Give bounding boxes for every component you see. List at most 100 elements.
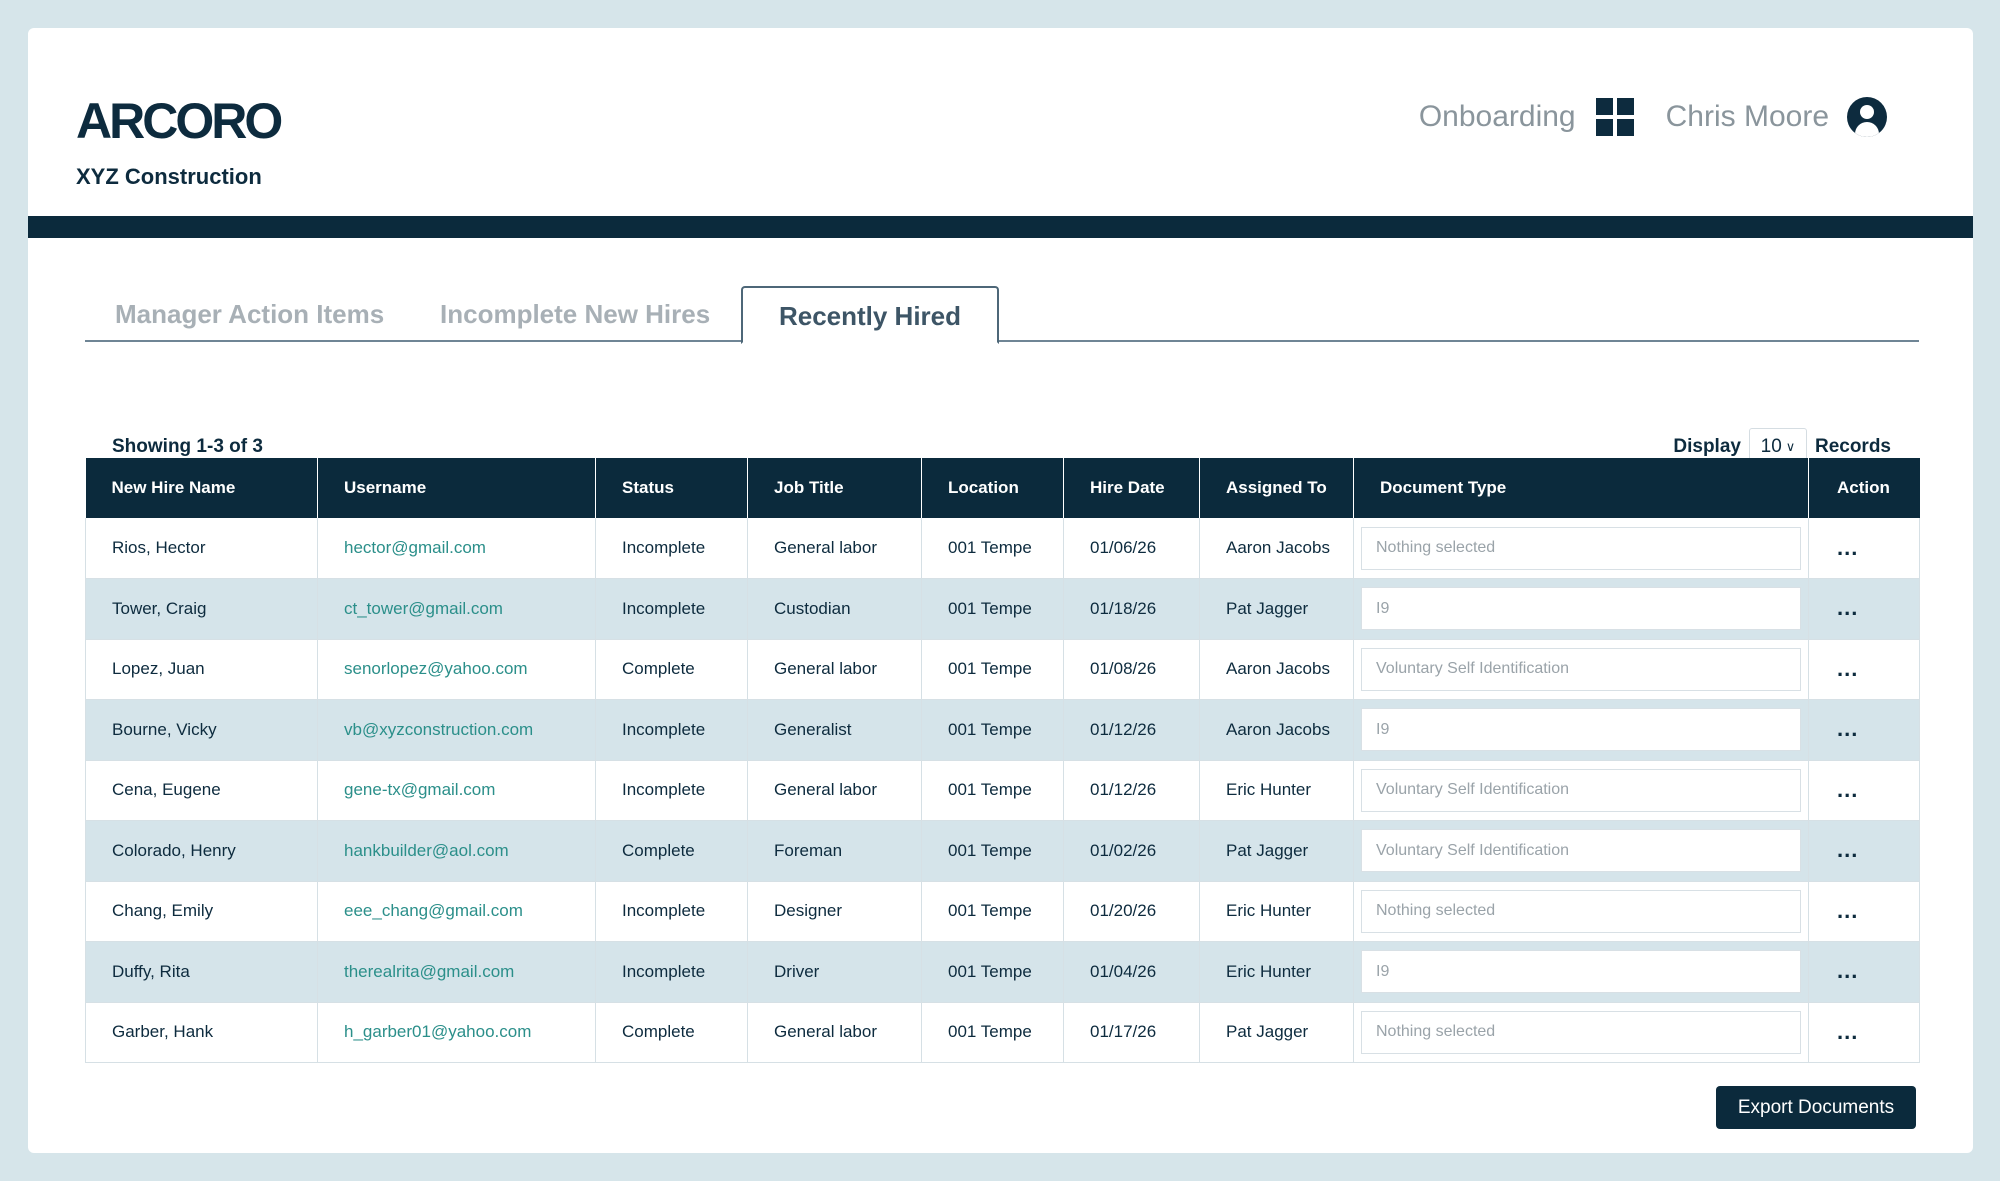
cell-document-type-select: Voluntary Self Identification — [1353, 639, 1809, 700]
cell-status-text: Complete — [595, 820, 748, 882]
cell-document-type-select: Nothing selected — [1353, 518, 1809, 579]
table-row[interactable]: Tower, Craig ct_tower@gmail.com Incomplete… — [85, 578, 1920, 640]
table-row[interactable]: Duffy, Rita therealrita@gmail.com Incomple… — [85, 941, 1920, 1003]
document-type-select[interactable]: I9 — [1361, 950, 1801, 994]
cell-username-link[interactable]: ct_tower@gmail.com — [317, 578, 596, 640]
cell-action-menu-button: ... — [1808, 820, 1920, 882]
cell-document-type-select: Nothing selected — [1353, 1002, 1809, 1063]
cell-job-title: Foreman — [747, 820, 922, 882]
cell-username-link[interactable]: eee_chang@gmail.com — [317, 881, 596, 942]
column-header[interactable]: Job Title — [747, 458, 922, 518]
column-header[interactable]: New Hire Name — [85, 458, 318, 518]
cell-hire-name: Colorado, Henry — [85, 820, 318, 882]
cell-username-link[interactable]: hankbuilder@aol.com — [317, 820, 596, 882]
cell-location: 001 Tempe — [921, 820, 1064, 882]
cell-hire-name: Cena, Eugene — [85, 760, 318, 821]
document-type-select[interactable]: Voluntary Self Identification — [1361, 829, 1801, 873]
arcoro-logo[interactable]: ARCORO — [76, 96, 283, 146]
more-options-icon[interactable]: ... — [1837, 716, 1858, 741]
cell-assigned-to: Aaron Jacobs — [1199, 699, 1354, 761]
cell-action-menu-button: ... — [1808, 941, 1920, 1003]
cell-assigned-to: Pat Jagger — [1199, 820, 1354, 882]
cell-assigned-to: Eric Hunter — [1199, 881, 1354, 942]
chevron-down-icon: ∨ — [1785, 439, 1796, 454]
document-type-select[interactable]: I9 — [1361, 708, 1801, 752]
cell-location: 001 Tempe — [921, 699, 1064, 761]
table-row[interactable]: Garber, Hank h_garber01@yahoo.com Complete… — [85, 1002, 1920, 1063]
user-name[interactable]: Chris Moore — [1666, 102, 1829, 132]
cell-username-link[interactable]: gene-tx@gmail.com — [317, 760, 596, 821]
table-row[interactable]: Cena, Eugene gene-tx@gmail.com Incomplete G… — [85, 760, 1920, 821]
document-type-select[interactable]: Nothing selected — [1361, 889, 1801, 933]
cell-username-link[interactable]: senorlopez@yahoo.com — [317, 639, 596, 700]
grid-icon[interactable] — [1595, 98, 1634, 136]
more-options-icon[interactable]: ... — [1837, 958, 1858, 983]
cell-action-menu-button: ... — [1808, 760, 1920, 821]
more-options-icon[interactable]: ... — [1837, 595, 1858, 620]
header-divider-bar — [28, 216, 1973, 238]
column-header[interactable]: Status — [595, 458, 748, 518]
tab-recently-hired[interactable]: Recently Hired — [741, 286, 999, 344]
user-icon[interactable] — [1847, 97, 1887, 137]
cell-assigned-to: Aaron Jacobs — [1199, 518, 1354, 579]
more-options-icon[interactable]: ... — [1837, 837, 1858, 862]
cell-hire-name: Duffy, Rita — [85, 941, 318, 1003]
cell-username-link[interactable]: vb@xyzconstruction.com — [317, 699, 596, 761]
cell-hire-name: Rios, Hector — [85, 518, 318, 579]
column-header[interactable]: Location — [921, 458, 1064, 518]
cell-assigned-to: Aaron Jacobs — [1199, 639, 1354, 700]
cell-location: 001 Tempe — [921, 760, 1064, 821]
cell-job-title: Generalist — [747, 699, 922, 761]
cell-hire-name: Tower, Craig — [85, 578, 318, 640]
column-header[interactable]: Hire Date — [1063, 458, 1200, 518]
table-row[interactable]: Colorado, Henry hankbuilder@aol.com Comple… — [85, 820, 1920, 882]
onboarding-link[interactable]: Onboarding — [1419, 102, 1576, 132]
cell-action-menu-button: ... — [1808, 881, 1920, 942]
cell-hire-name: Lopez, Juan — [85, 639, 318, 700]
document-type-select[interactable]: I9 — [1361, 587, 1801, 631]
cell-job-title: Driver — [747, 941, 922, 1003]
cell-job-title: General labor — [747, 1002, 922, 1063]
cell-status-text: Incomplete — [595, 699, 748, 761]
more-options-icon[interactable]: ... — [1837, 1019, 1858, 1044]
more-options-icon[interactable]: ... — [1837, 656, 1858, 681]
tab-incomplete-new-hires[interactable]: Incomplete New Hires — [440, 286, 710, 342]
cell-status-text: Complete — [595, 639, 748, 700]
cell-assigned-to: Pat Jagger — [1199, 1002, 1354, 1063]
cell-username-link[interactable]: therealrita@gmail.com — [317, 941, 596, 1003]
column-header: Action — [1808, 458, 1920, 518]
header-nav: Onboarding Chris Moore — [1419, 97, 1887, 137]
document-type-select[interactable]: Voluntary Self Identification — [1361, 647, 1801, 691]
more-options-icon[interactable]: ... — [1837, 535, 1858, 560]
display-label: Display — [1673, 436, 1741, 457]
table-body: Rios, Hector hector@gmail.com Incomplete Ge… — [85, 518, 1920, 1063]
cell-username-link[interactable]: hector@gmail.com — [317, 518, 596, 579]
table-row[interactable]: Chang, Emily eee_chang@gmail.com Incomplet… — [85, 881, 1920, 942]
export-documents-button[interactable]: Export Documents — [1716, 1086, 1916, 1129]
column-header[interactable]: Assigned To — [1199, 458, 1354, 518]
column-header[interactable]: Document Type — [1353, 458, 1809, 518]
more-options-icon[interactable]: ... — [1837, 898, 1858, 923]
cell-job-title: General labor — [747, 518, 922, 579]
cell-hire-name: Bourne, Vicky — [85, 699, 318, 761]
table-row[interactable]: Bourne, Vicky vb@xyzconstruction.com Incom… — [85, 699, 1920, 761]
document-type-select[interactable]: Voluntary Self Identification — [1361, 768, 1801, 812]
cell-username-link[interactable]: h_garber01@yahoo.com — [317, 1002, 596, 1063]
tab-manager-action-items[interactable]: Manager Action Items — [115, 286, 384, 342]
cell-document-type-select: Voluntary Self Identification — [1353, 760, 1809, 821]
cell-location: 001 Tempe — [921, 639, 1064, 700]
showing-count: Showing 1-3 of 3 — [112, 436, 263, 457]
table-row[interactable]: Rios, Hector hector@gmail.com Incomplete Ge… — [85, 518, 1920, 579]
cell-status-text: Incomplete — [595, 881, 748, 942]
column-header[interactable]: Username — [317, 458, 596, 518]
table-row[interactable]: Lopez, Juan senorlopez@yahoo.com Complete G… — [85, 639, 1920, 700]
cell-job-title: Designer — [747, 881, 922, 942]
cell-assigned-to: Pat Jagger — [1199, 578, 1354, 640]
cell-document-type-select: Voluntary Self Identification — [1353, 820, 1809, 882]
more-options-icon[interactable]: ... — [1837, 777, 1858, 802]
cell-action-menu-button: ... — [1808, 699, 1920, 761]
table-header-row: New Hire Name Username Status Job Title … — [85, 458, 1920, 518]
cell-action-menu-button: ... — [1808, 518, 1920, 579]
document-type-select[interactable]: Nothing selected — [1361, 1010, 1801, 1054]
document-type-select[interactable]: Nothing selected — [1361, 526, 1801, 570]
